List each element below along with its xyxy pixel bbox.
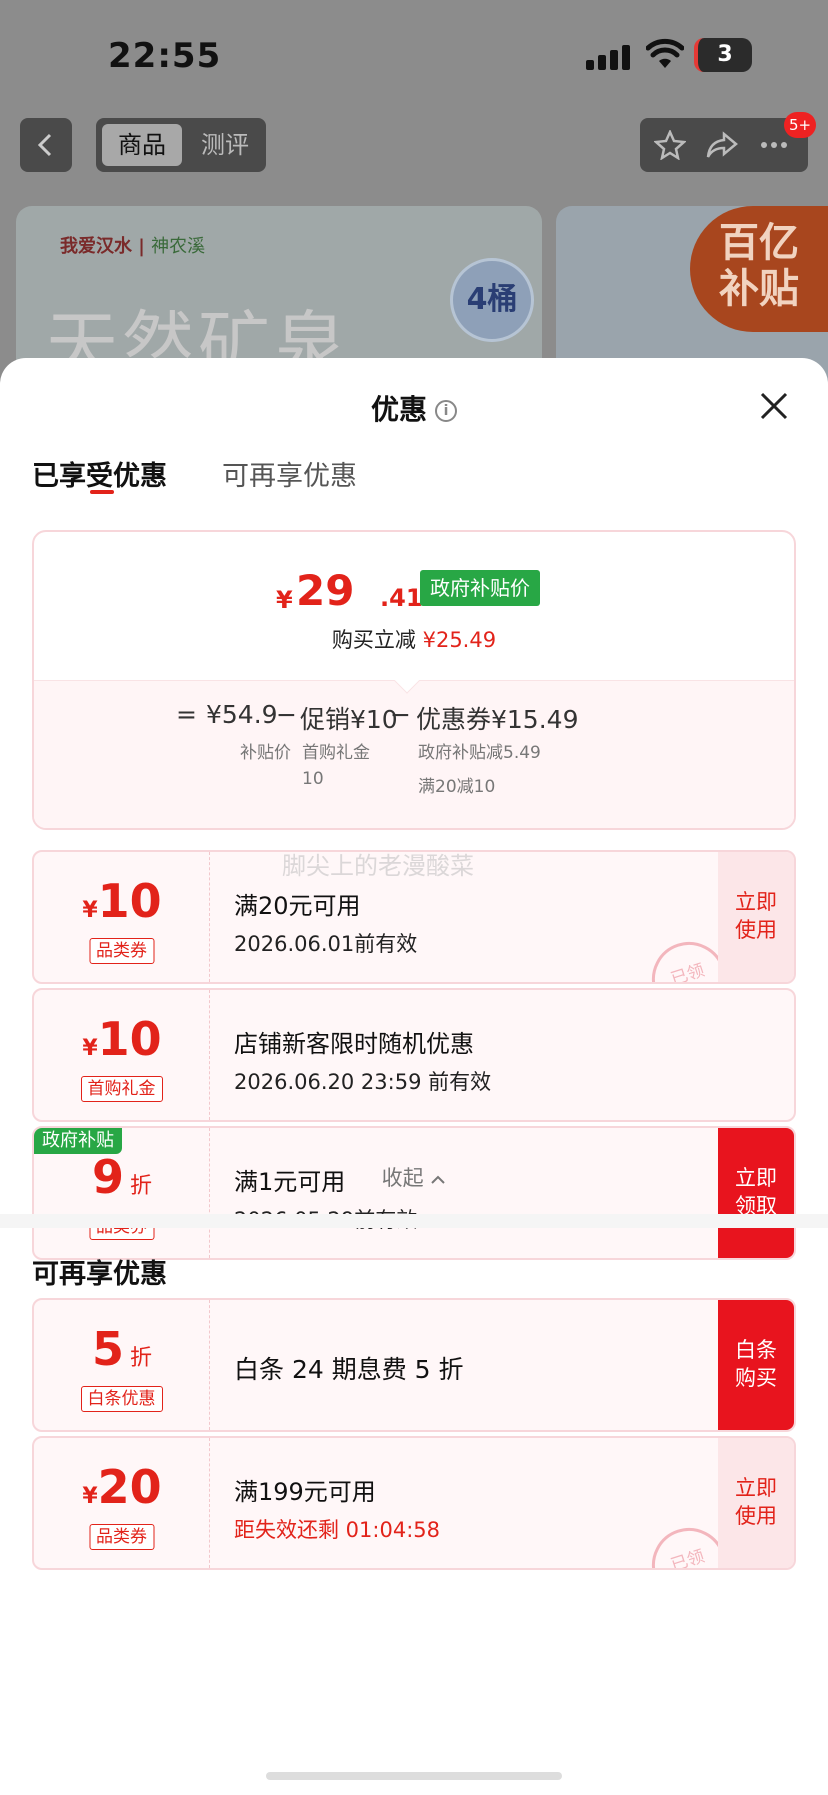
discount-sheet: 优惠 i 已享受优惠 可再享优惠 ¥ 29 .41 政府补贴价 购买立减 ¥25.… [0,358,828,1795]
more-icon[interactable] [758,130,790,160]
coupon-card: ¥10 首购礼金 店铺新客限时随机优惠 2026.06.20 23:59 前有效 [32,988,796,1122]
coupon-countdown: 距失效还剩 01:04:58 [234,1518,440,1542]
close-icon[interactable] [758,390,790,422]
tab-indicator [90,490,114,494]
coupon-expiry: 2026.06.20 23:59 前有效 [234,1070,492,1094]
nav-actions [640,118,808,172]
home-indicator [266,1772,562,1780]
coupon-card: 政府补贴 9折 品类券 满1元可用 2026.05.29前有效 立即领取 [32,1126,796,1260]
promo-sub-label: 首购礼金 [302,743,370,763]
baitiao-buy-button[interactable]: 白条 购买 [718,1300,794,1430]
coupon-value: 5折 白条优惠 [34,1300,210,1430]
tab-goods[interactable]: 商品 [102,124,182,166]
claim-now-button[interactable]: 立即 领取 [718,1128,794,1258]
gov-subsidy-price-tag: 政府补贴价 [420,570,540,606]
formula-minus-1: − [276,700,297,729]
coupon-value: ¥20 品类券 [34,1438,210,1568]
coupon-expiry: 2026.06.01前有效 [234,932,418,956]
coupon-condition: 满199元可用 [234,1478,376,1506]
star-icon[interactable] [654,130,686,160]
tab-more-discounts[interactable]: 可再享优惠 [222,454,357,493]
chevron-left-icon [37,133,52,157]
coupon-sub-gov: 政府补贴减5.49 [418,743,541,763]
coupon-value: 政府补贴 9折 品类券 [34,1128,210,1258]
formula-base-price: ¥54.9 [206,700,278,729]
collapse-button[interactable]: 收起 [0,1162,828,1192]
chevron-up-icon [431,1175,446,1184]
back-button[interactable] [20,118,72,172]
promo-sub-value: 10 [302,769,324,789]
coupon-type-tag: 品类券 [89,1524,154,1550]
wifi-icon [646,38,684,68]
coupon-condition: 满20元可用 [234,892,361,920]
coupon-value: ¥10 首购礼金 [34,990,210,1120]
subsidy-badge: 百亿 补贴 [690,206,828,332]
tab-enjoyed-discounts[interactable]: 已享受优惠 [32,454,167,493]
coupon-type-tag: 品类券 [89,938,154,964]
base-price-label: 补贴价 [240,743,291,763]
formula-eq: = [176,700,197,729]
use-now-button[interactable]: 立即 使用 [718,852,794,982]
instant-reduction: 购买立减 ¥25.49 [331,628,497,652]
notification-badge: 5+ [784,112,816,138]
nav-bar: 商品 测评 5+ [0,112,828,178]
tab-review[interactable]: 测评 [192,124,258,166]
coupon-condition: 店铺新客限时随机优惠 [234,1030,474,1058]
watermark: 脚尖上的老漫酸菜 [282,852,474,880]
coupon-sub-threshold: 满20减10 [418,777,496,797]
battery-indicator: 3 [694,38,752,72]
coupon-type-tag: 首购礼金 [80,1076,163,1102]
use-now-button[interactable]: 立即 使用 [718,1438,794,1568]
formula-coupon: 优惠券¥15.49 [416,705,579,734]
bucket-badge: 4桶 [450,258,534,342]
price-summary: ¥ 29 .41 政府补贴价 购买立减 ¥25.49 = ¥54.9 − 促销¥… [32,530,796,830]
sheet-title: 优惠 i [0,388,828,428]
section-divider [0,1214,828,1228]
more-discounts-title: 可再享优惠 [32,1259,167,1290]
info-icon[interactable]: i [435,400,457,422]
nav-tabs: 商品 测评 [96,118,266,172]
status-bar: 22:55 3 [0,0,828,100]
cellular-signal-icon [586,42,636,70]
coupon-value: ¥10 品类券 [34,852,210,982]
formula-promo: 促销¥10 [300,705,398,734]
coupon-card: ¥20 品类券 满199元可用 距失效还剩 01:04:58 已领 立即 使用 [32,1436,796,1570]
coupon-card: 5折 白条优惠 白条 24 期息费 5 折 白条 购买 [32,1298,796,1432]
share-icon[interactable] [706,130,738,160]
formula-minus-2: − [390,700,411,729]
price-breakdown-area [34,680,794,828]
brand-logo: 我爱汉水 | 神农溪 [60,236,206,257]
coupon-condition: 白条 24 期息费 5 折 [234,1355,464,1384]
coupon-type-tag: 白条优惠 [80,1386,163,1412]
status-time: 22:55 [108,36,222,76]
